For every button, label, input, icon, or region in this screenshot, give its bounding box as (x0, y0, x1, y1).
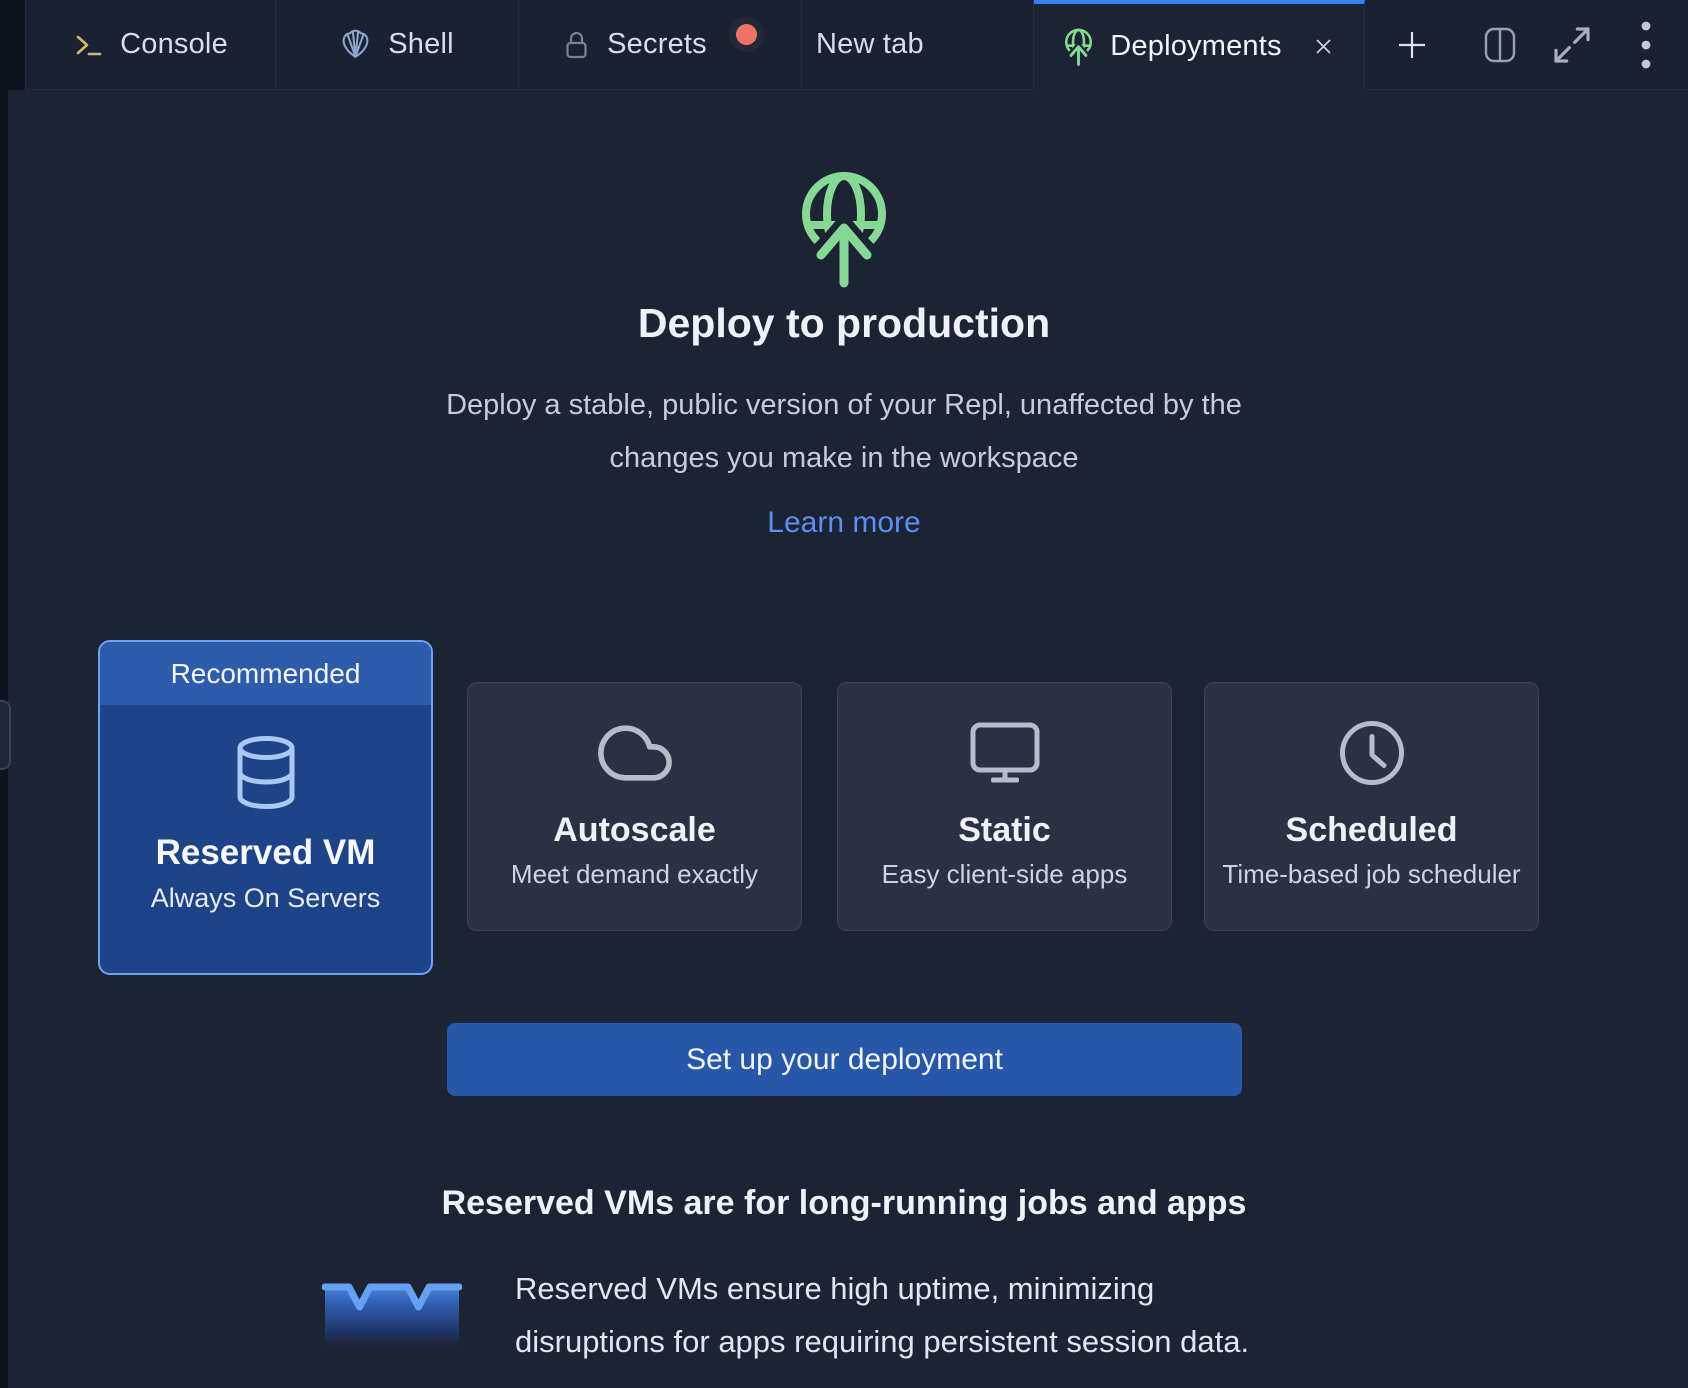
plan-card-reserved-vm[interactable]: Recommended Reserved VM Always On Server… (98, 640, 433, 975)
new-tab-button[interactable] (1384, 0, 1440, 90)
panel-edge-handle[interactable] (0, 700, 11, 770)
pane-menu-button[interactable] (1628, 0, 1664, 90)
deployments-icon (1064, 28, 1093, 66)
plan-subtitle: Always On Servers (151, 883, 381, 914)
deployments-pane: Console Shell Secrets N (0, 0, 1688, 1388)
tab-bar: Console Shell Secrets N (0, 0, 1688, 90)
plus-icon (1395, 28, 1429, 62)
expand-pane-button[interactable] (1542, 0, 1602, 90)
split-pane-button[interactable] (1472, 0, 1528, 90)
expand-icon (1552, 25, 1592, 65)
setup-deployment-button[interactable]: Set up your deployment (447, 1023, 1242, 1096)
tab-label: Shell (388, 28, 454, 61)
info-body: Reserved VMs ensure high uptime, minimiz… (515, 1262, 1249, 1368)
plan-title: Reserved VM (156, 833, 376, 873)
info-body-line-1: Reserved VMs ensure high uptime, minimiz… (515, 1262, 1249, 1315)
tab-new-tab[interactable]: New tab (802, 0, 1034, 89)
tab-secrets[interactable]: Secrets (519, 0, 802, 89)
tab-label: Secrets (607, 28, 707, 61)
notification-dot (736, 24, 757, 45)
plan-title: Static (958, 811, 1051, 850)
tab-deployments[interactable]: Deployments (1034, 0, 1365, 89)
shell-icon (340, 29, 371, 60)
lock-icon (563, 29, 590, 61)
cloud-icon (597, 717, 673, 789)
learn-more-link[interactable]: Learn more (0, 506, 1688, 540)
plan-subtitle: Meet demand exactly (511, 859, 758, 890)
tabbar-left-gutter (0, 0, 25, 90)
description-line-2: changes you make in the workspace (0, 432, 1688, 485)
plan-card-autoscale[interactable]: Autoscale Meet demand exactly (467, 682, 802, 931)
recommended-badge: Recommended (100, 642, 431, 705)
tab-label: Console (120, 28, 228, 61)
database-icon (233, 733, 299, 813)
tab-console[interactable]: Console (25, 0, 276, 89)
clock-icon (1337, 717, 1407, 789)
plan-subtitle: Easy client-side apps (882, 859, 1128, 890)
reserved-vm-illustration (322, 1274, 462, 1357)
plan-title: Scheduled (1286, 811, 1458, 850)
page-description: Deploy a stable, public version of your … (0, 379, 1688, 485)
tab-label: Deployments (1110, 30, 1281, 63)
description-line-1: Deploy a stable, public version of your … (0, 379, 1688, 432)
plan-card-scheduled[interactable]: Scheduled Time-based job scheduler (1204, 682, 1539, 931)
split-pane-icon (1482, 26, 1518, 64)
plan-title: Autoscale (553, 811, 716, 850)
terminal-icon (73, 31, 103, 59)
page-title: Deploy to production (0, 300, 1688, 347)
monitor-icon (968, 717, 1042, 789)
plan-card-static[interactable]: Static Easy client-side apps (837, 682, 1172, 931)
close-icon[interactable] (1313, 36, 1334, 57)
deploy-globe-icon (799, 170, 889, 293)
info-heading: Reserved VMs are for long-running jobs a… (0, 1184, 1688, 1223)
info-body-line-2: disruptions for apps requiring persisten… (515, 1315, 1249, 1368)
plan-subtitle: Time-based job scheduler (1222, 859, 1520, 890)
tab-label: New tab (816, 28, 924, 61)
kebab-menu-icon (1641, 20, 1651, 70)
tab-shell[interactable]: Shell (276, 0, 519, 89)
